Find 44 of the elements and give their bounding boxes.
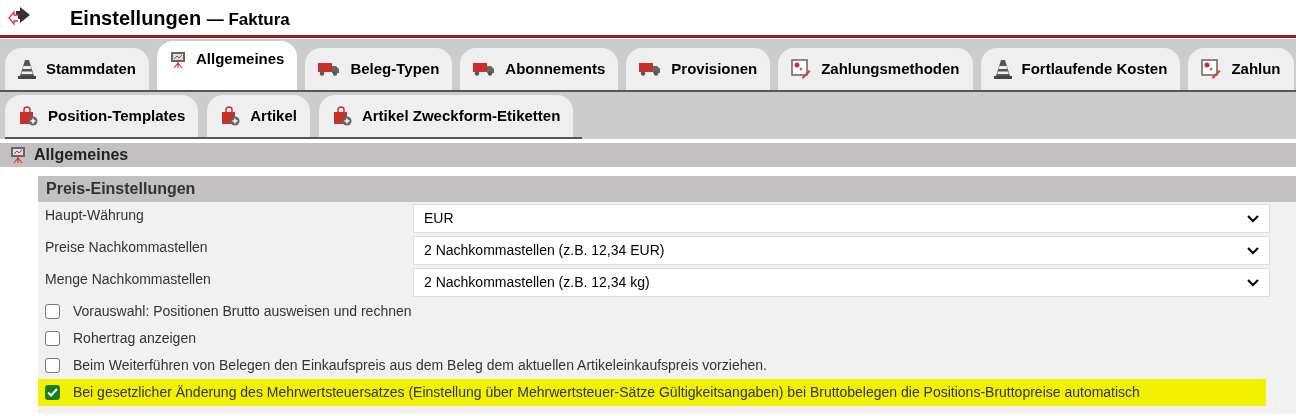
field-label: Preise Nachkommastellen — [45, 238, 209, 257]
chevron-down-icon — [1247, 278, 1259, 287]
presentation-board-icon — [10, 146, 26, 164]
checkbox[interactable] — [45, 358, 60, 373]
shopping-bag-icon — [331, 106, 352, 126]
section-title: Allgemeines — [34, 145, 129, 165]
panel-title: Preis-Einstellungen — [46, 179, 196, 199]
tab[interactable]: Zahlungsmethoden — [778, 48, 973, 90]
edit-sheet-icon — [791, 59, 812, 79]
chevron-down-icon — [1247, 214, 1259, 223]
edit-sheet-icon — [1201, 59, 1222, 79]
tab[interactable]: Zahlun — [1188, 48, 1294, 90]
traffic-cone-icon — [18, 59, 36, 79]
option-label: Beim Weiterführen von Belegen den Einkaufspreis aus dem Beleg dem aktuellen Artikeleinkaufspreis vorziehen. — [73, 356, 767, 375]
tab[interactable]: Artikel — [207, 95, 310, 137]
chevron-down-icon — [1247, 246, 1259, 255]
tab[interactable]: Beleg-Typen — [305, 48, 453, 90]
dropdown[interactable]: 2 Nachkommastellen (z.B. 12,34 kg) — [413, 268, 1270, 297]
tab[interactable]: Stammdaten — [5, 48, 150, 90]
traffic-cone-icon — [993, 59, 1012, 79]
tab[interactable]: Abonnements — [460, 48, 619, 90]
field-label: Menge Nachkommastellen — [45, 270, 212, 289]
tab[interactable]: Provisionen — [626, 48, 771, 90]
page-subtitle: — Faktura — [206, 9, 290, 29]
option-label: Vorauswahl: Positionen Brutto ausweisen und rechnen — [73, 302, 412, 321]
shopping-bag-icon — [220, 106, 241, 126]
presentation-board-icon — [170, 50, 187, 69]
truck-icon — [473, 62, 496, 76]
truck-icon — [639, 62, 662, 76]
page-title: Einstellungen — [70, 6, 202, 29]
checkbox[interactable] — [45, 304, 60, 319]
truck-icon — [318, 62, 341, 76]
tab[interactable]: Position-Templates — [5, 95, 199, 137]
option-label: Bei gesetzlicher Änderung des Mehrwertsteuersatzes (Einstellung über Mehrwertsteuer-Sätze Gültigkeitsangaben) bei Bruttobelegen die Positions-Bruttopreise automatisch — [73, 383, 1140, 402]
dropdown[interactable]: 2 Nachkommastellen (z.B. 12,34 EUR) — [413, 236, 1270, 265]
field-label: Haupt-Währung — [45, 206, 145, 225]
shopping-bag-icon — [18, 106, 38, 126]
option-label: Rohertrag anzeigen — [73, 329, 196, 348]
checkbox[interactable] — [45, 385, 60, 400]
tab[interactable]: Fortlaufende Kosten — [980, 48, 1181, 90]
tab[interactable]: Allgemeines — [157, 41, 298, 90]
tab[interactable]: Artikel Zweckform-Etiketten — [318, 95, 574, 137]
checkbox[interactable] — [45, 331, 60, 346]
dropdown[interactable]: EUR — [413, 204, 1270, 233]
